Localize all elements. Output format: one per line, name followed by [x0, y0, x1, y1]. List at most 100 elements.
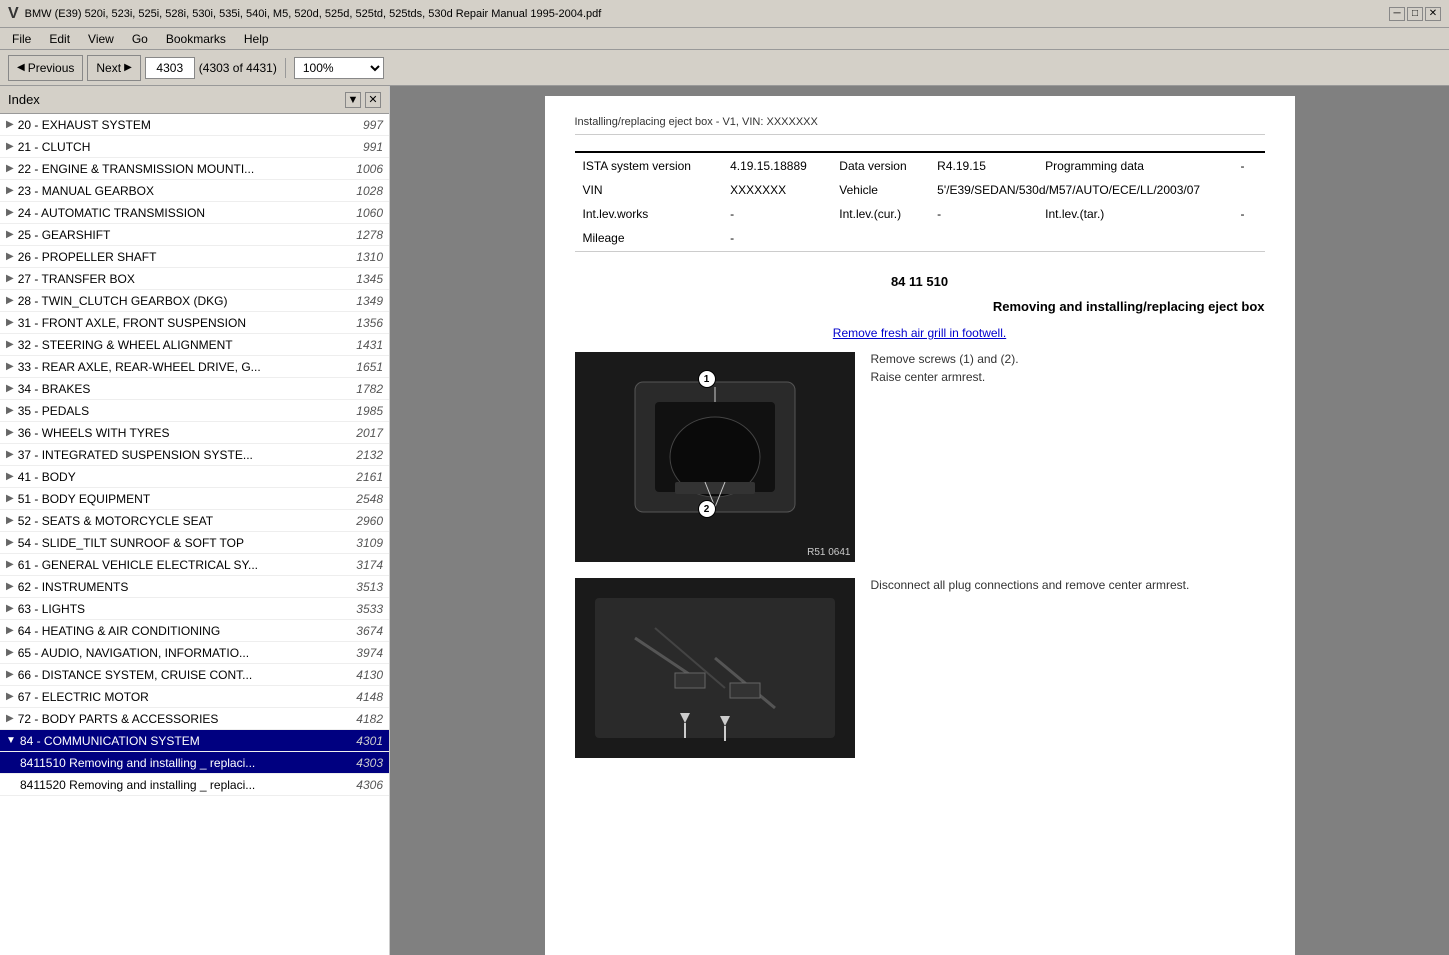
sidebar-page-s25: 1278 — [356, 228, 383, 242]
sidebar-item-s41[interactable]: ▶ 41 - BODY 2161 — [0, 466, 389, 488]
close-button[interactable]: ✕ — [1425, 7, 1441, 21]
window-title: BMW (E39) 520i, 523i, 525i, 528i, 530i, … — [25, 8, 602, 20]
maximize-button[interactable]: □ — [1407, 7, 1423, 21]
title-bar: V BMW (E39) 520i, 523i, 525i, 528i, 530i… — [0, 0, 1449, 28]
menu-bookmarks[interactable]: Bookmarks — [158, 30, 234, 48]
sidebar-item-s25[interactable]: ▶ 25 - GEARSHIFT 1278 — [0, 224, 389, 246]
sidebar-page-s31: 1356 — [356, 316, 383, 330]
sidebar-item-s64[interactable]: ▶ 64 - HEATING & AIR CONDITIONING 3674 — [0, 620, 389, 642]
sidebar-label-s27: 27 - TRANSFER BOX — [18, 272, 357, 286]
sidebar-item-s24[interactable]: ▶ 24 - AUTOMATIC TRANSMISSION 1060 — [0, 202, 389, 224]
sidebar-page-s20: 997 — [363, 118, 383, 132]
arrow-icon-s21: ▶ — [6, 141, 14, 152]
arrow-icon-s63: ▶ — [6, 603, 14, 614]
sidebar-item-s63[interactable]: ▶ 63 - LIGHTS 3533 — [0, 598, 389, 620]
intlev-works-value: - — [724, 203, 831, 225]
menu-help[interactable]: Help — [236, 30, 277, 48]
sidebar-item-s72[interactable]: ▶ 72 - BODY PARTS & ACCESSORIES 4182 — [0, 708, 389, 730]
sidebar-item-s21[interactable]: ▶ 21 - CLUTCH 991 — [0, 136, 389, 158]
sidebar-item-s65[interactable]: ▶ 65 - AUDIO, NAVIGATION, INFORMATIO... … — [0, 642, 389, 664]
sidebar-page-s24: 1060 — [356, 206, 383, 220]
arrow-icon-s37: ▶ — [6, 449, 14, 460]
sidebar-page-s65: 3974 — [356, 646, 383, 660]
sidebar-item-s52[interactable]: ▶ 52 - SEATS & MOTORCYCLE SEAT 2960 — [0, 510, 389, 532]
fresh-air-grill-link[interactable]: Remove fresh air grill in footwell. — [575, 326, 1265, 340]
sidebar-sub-label-1: 8411510 Removing and installing _ replac… — [20, 756, 356, 770]
sidebar-item-s27[interactable]: ▶ 27 - TRANSFER BOX 1345 — [0, 268, 389, 290]
sidebar-page-s62: 3513 — [356, 580, 383, 594]
menu-view[interactable]: View — [80, 30, 122, 48]
menu-file[interactable]: File — [4, 30, 39, 48]
app-icon: V — [8, 5, 19, 23]
instruction-2-image — [575, 578, 855, 758]
sidebar-label-s72: 72 - BODY PARTS & ACCESSORIES — [18, 712, 357, 726]
sidebar-item-s34[interactable]: ▶ 34 - BRAKES 1782 — [0, 378, 389, 400]
content-area: Installing/replacing eject box - V1, VIN… — [390, 86, 1449, 955]
sidebar-item-s23[interactable]: ▶ 23 - MANUAL GEARBOX 1028 — [0, 180, 389, 202]
sidebar-item-s62[interactable]: ▶ 62 - INSTRUMENTS 3513 — [0, 576, 389, 598]
sidebar-label-s28: 28 - TWIN_CLUTCH GEARBOX (DKG) — [18, 294, 357, 308]
sidebar-item-s66[interactable]: ▶ 66 - DISTANCE SYSTEM, CRUISE CONT... 4… — [0, 664, 389, 686]
data-version-label: Data version — [833, 155, 929, 177]
sidebar-item-s20[interactable]: ▶ 20 - EXHAUST SYSTEM 997 — [0, 114, 389, 136]
next-arrow-icon: ▶ — [124, 62, 132, 73]
sidebar-item-s32[interactable]: ▶ 32 - STEERING & WHEEL ALIGNMENT 1431 — [0, 334, 389, 356]
next-button[interactable]: Next ▶ — [87, 55, 140, 81]
img1-code: R51 0641 — [807, 547, 850, 558]
sidebar-sub-label-2: 8411520 Removing and installing _ replac… — [20, 778, 356, 792]
sidebar-item-s28[interactable]: ▶ 28 - TWIN_CLUTCH GEARBOX (DKG) 1349 — [0, 290, 389, 312]
sidebar-label-s36: 36 - WHEELS WITH TYRES — [18, 426, 357, 440]
vehicle-label: Vehicle — [833, 179, 929, 201]
window-controls: ─ □ ✕ — [1389, 7, 1441, 21]
intlev-works-label: Int.lev.works — [577, 203, 723, 225]
sidebar-item-s54[interactable]: ▶ 54 - SLIDE_TILT SUNROOF & SOFT TOP 310… — [0, 532, 389, 554]
sidebar-close-btn[interactable]: ✕ — [365, 92, 381, 108]
zoom-select[interactable]: 100% 50% 75% 125% 150% 200% — [294, 57, 384, 79]
page-number-input[interactable] — [145, 57, 195, 79]
main-area: Index ▼ ✕ ▶ 20 - EXHAUST SYSTEM 997 ▶ 21… — [0, 86, 1449, 955]
sidebar-item-s33[interactable]: ▶ 33 - REAR AXLE, REAR-WHEEL DRIVE, G...… — [0, 356, 389, 378]
sidebar-item-s26[interactable]: ▶ 26 - PROPELLER SHAFT 1310 — [0, 246, 389, 268]
sidebar-sub-item-2[interactable]: 8411520 Removing and installing _ replac… — [0, 774, 389, 796]
sidebar-item-s36[interactable]: ▶ 36 - WHEELS WITH TYRES 2017 — [0, 422, 389, 444]
sidebar-item-s37[interactable]: ▶ 37 - INTEGRATED SUSPENSION SYSTE... 21… — [0, 444, 389, 466]
title-left: V BMW (E39) 520i, 523i, 525i, 528i, 530i… — [8, 5, 601, 23]
sidebar-page-s51: 2548 — [356, 492, 383, 506]
sidebar-dropdown-btn[interactable]: ▼ — [345, 92, 361, 108]
instruction-1-caption: Remove screws (1) and (2). Raise center … — [871, 352, 1265, 384]
sidebar-item-s35[interactable]: ▶ 35 - PEDALS 1985 — [0, 400, 389, 422]
sidebar-label-s63: 63 - LIGHTS — [18, 602, 357, 616]
sidebar-item-s84[interactable]: ▼ 84 - COMMUNICATION SYSTEM 4301 — [0, 730, 389, 752]
sidebar-label-s24: 24 - AUTOMATIC TRANSMISSION — [18, 206, 357, 220]
sidebar-label-s33: 33 - REAR AXLE, REAR-WHEEL DRIVE, G... — [18, 360, 357, 374]
sidebar-label-s34: 34 - BRAKES — [18, 382, 357, 396]
vehicle-value: 5'/E39/SEDAN/530d/M57/AUTO/ECE/LL/2003/0… — [931, 179, 1262, 201]
sidebar-page-s23: 1028 — [356, 184, 383, 198]
sidebar-page-s54: 3109 — [356, 536, 383, 550]
menu-edit[interactable]: Edit — [41, 30, 78, 48]
sidebar-page-s72: 4182 — [356, 712, 383, 726]
sidebar-header: Index ▼ ✕ — [0, 86, 389, 114]
sidebar-page-s52: 2960 — [356, 514, 383, 528]
menu-go[interactable]: Go — [124, 30, 156, 48]
sidebar-page-s66: 4130 — [356, 668, 383, 682]
sidebar-item-s51[interactable]: ▶ 51 - BODY EQUIPMENT 2548 — [0, 488, 389, 510]
sidebar-page-s41: 2161 — [356, 470, 383, 484]
sidebar-item-s22[interactable]: ▶ 22 - ENGINE & TRANSMISSION MOUNTI... 1… — [0, 158, 389, 180]
sidebar-label-s23: 23 - MANUAL GEARBOX — [18, 184, 357, 198]
arrow-icon-s31: ▶ — [6, 317, 14, 328]
sidebar-page-s21: 991 — [363, 140, 383, 154]
arrow-icon-s27: ▶ — [6, 273, 14, 284]
sidebar-item-s67[interactable]: ▶ 67 - ELECTRIC MOTOR 4148 — [0, 686, 389, 708]
section-header-row: 84 11 510 Removing and installing/replac… — [575, 264, 1265, 314]
sidebar-label-s67: 67 - ELECTRIC MOTOR — [18, 690, 357, 704]
sidebar-label-s65: 65 - AUDIO, NAVIGATION, INFORMATIO... — [18, 646, 357, 660]
sidebar-sub-item-1[interactable]: 8411510 Removing and installing _ replac… — [0, 752, 389, 774]
sidebar-list[interactable]: ▶ 20 - EXHAUST SYSTEM 997 ▶ 21 - CLUTCH … — [0, 114, 389, 955]
ista-system-label: ISTA system version — [577, 155, 723, 177]
previous-button[interactable]: ◀ Previous — [8, 55, 83, 81]
minimize-button[interactable]: ─ — [1389, 7, 1405, 21]
page-total: (4303 of 4431) — [199, 61, 277, 75]
sidebar-item-s61[interactable]: ▶ 61 - GENERAL VEHICLE ELECTRICAL SY... … — [0, 554, 389, 576]
sidebar-item-s31[interactable]: ▶ 31 - FRONT AXLE, FRONT SUSPENSION 1356 — [0, 312, 389, 334]
